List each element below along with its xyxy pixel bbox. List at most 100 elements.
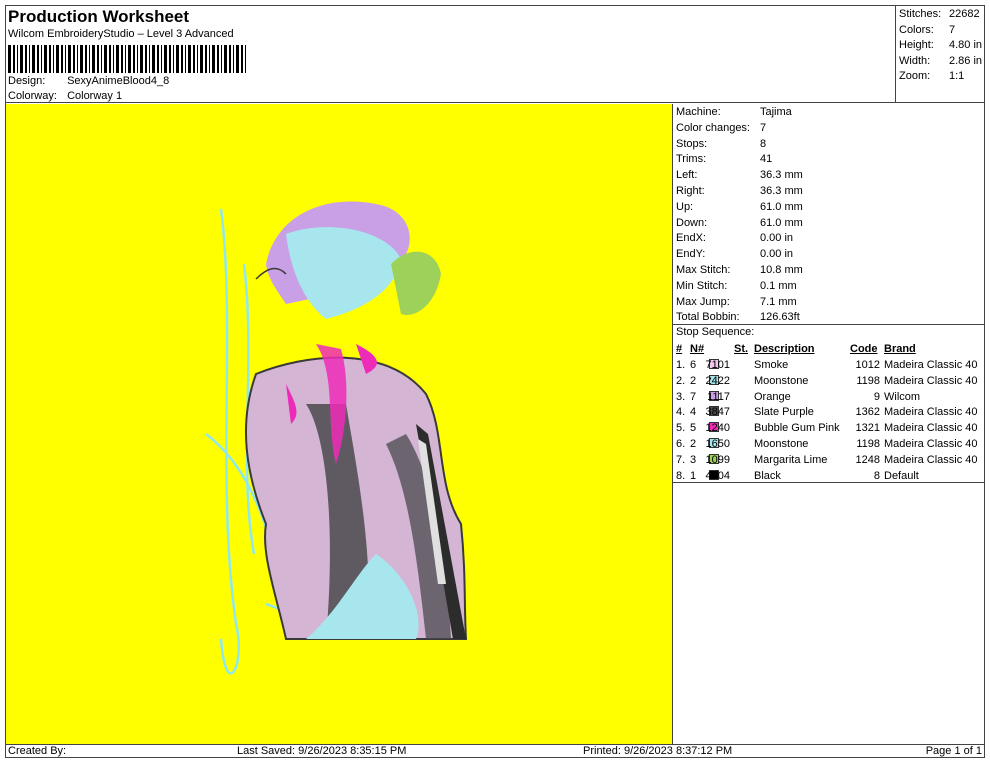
worksheet-footer: Created By: Last Saved: 9/26/2023 8:35:1… xyxy=(5,744,985,758)
needle-number: 4 xyxy=(690,406,697,419)
colorway-row: Colorway: Colorway 1 xyxy=(8,90,122,102)
design-label: Design: xyxy=(8,75,46,87)
info-value: 8 xyxy=(760,137,767,150)
stitch-count: 2422 xyxy=(705,374,730,387)
thread-brand: Madeira Classic 40 xyxy=(884,374,978,387)
thread-code: 1198 xyxy=(856,438,880,450)
stitch-count: 7101 xyxy=(705,359,730,371)
stat-value: 22682 xyxy=(949,8,980,20)
stop-sequence-row: 1. 6 7101 Smoke 1012 Madeira Classic 40 xyxy=(673,359,985,374)
stitch-count: 1099 xyxy=(705,453,730,466)
thread-brand: Madeira Classic 40 xyxy=(884,406,978,419)
colorway-label: Colorway: xyxy=(8,90,57,102)
info-value: 10.8 mm xyxy=(760,264,803,276)
thread-description: Bubble Gum Pink xyxy=(754,422,840,435)
row-number: 7. xyxy=(676,453,686,466)
needle-number: 2 xyxy=(690,438,697,450)
stat-label: Height: xyxy=(899,39,934,51)
info-value: 36.3 mm xyxy=(760,185,803,197)
stat-value: 2.86 in xyxy=(949,54,983,67)
info-divider xyxy=(673,324,985,325)
thread-code: 1198 xyxy=(856,374,880,387)
info-label: Trims: xyxy=(676,153,707,166)
thread-description: Margarita Lime xyxy=(754,453,828,466)
info-value: 0.00 in xyxy=(760,232,794,245)
stitch-count: 1240 xyxy=(705,422,730,435)
info-label: Right: xyxy=(676,185,705,197)
page-number: Page 1 of 1 xyxy=(925,745,982,757)
stat-label: Width: xyxy=(899,54,931,67)
design-stats-panel: Stitches: 22682 Colors: 7 Height: 4.80 in Widt… xyxy=(895,5,985,103)
needle-number: 7 xyxy=(690,390,697,403)
thread-description: Black xyxy=(754,469,781,482)
row-number: 5. xyxy=(676,422,686,435)
needle-number: 6 xyxy=(690,359,697,371)
stat-value: 7 xyxy=(949,23,956,36)
thread-brand: Default xyxy=(884,469,919,482)
design-row: Design: SexyAnimeBlood4_8 xyxy=(8,75,169,87)
needle-number: 5 xyxy=(690,422,697,435)
needle-number: 1 xyxy=(690,469,697,482)
info-label: Total Bobbin: xyxy=(676,311,740,324)
stop-sequence-row: 2. 2 2422 Moonstone 1198 Madeira Classic 40 xyxy=(673,374,985,390)
needle-number: 2 xyxy=(690,374,697,387)
thread-code: 1248 xyxy=(855,453,880,466)
thread-code: 1012 xyxy=(855,359,880,371)
stop-sequence-row: 6. 2 1650 Moonstone 1198 Madeira Classic 40 xyxy=(673,438,985,453)
col-header-needle: N# xyxy=(690,343,705,355)
col-header-description: Description xyxy=(754,343,815,355)
info-label: Machine: xyxy=(676,106,721,118)
created-by: Created By: xyxy=(8,745,67,757)
info-value: 0.1 mm xyxy=(760,279,797,292)
info-value: 7.1 mm xyxy=(760,295,797,308)
design-preview-canvas xyxy=(6,104,672,744)
thread-code: 1362 xyxy=(855,406,880,419)
stop-sequence-row: 3. 7 1117 Orange 9 Wilcom xyxy=(673,390,985,406)
info-label: Max Stitch: xyxy=(676,264,731,276)
col-header-stitches: St. xyxy=(734,343,749,355)
info-value: 36.3 mm xyxy=(760,169,803,182)
embroidery-design-preview xyxy=(205,201,468,675)
info-value: 126.63ft xyxy=(760,311,800,324)
thread-description: Moonstone xyxy=(754,374,809,387)
stat-label: Stitches: xyxy=(899,8,942,20)
info-label: Color changes: xyxy=(676,121,750,134)
info-label: Left: xyxy=(676,169,698,182)
table-divider xyxy=(673,482,985,483)
stat-label: Zoom: xyxy=(899,70,931,82)
col-header-num: # xyxy=(676,343,683,355)
col-header-brand: Brand xyxy=(884,343,916,355)
thread-brand: Madeira Classic 40 xyxy=(884,422,978,435)
thread-code: 1321 xyxy=(855,422,880,435)
info-label: Up: xyxy=(676,200,694,213)
info-label: Min Stitch: xyxy=(676,279,728,292)
info-value: 41 xyxy=(760,153,773,166)
thread-brand: Madeira Classic 40 xyxy=(884,453,978,466)
thread-brand: Wilcom xyxy=(884,390,921,403)
info-label: Down: xyxy=(676,216,708,229)
stop-sequence-title: Stop Sequence: xyxy=(676,326,755,338)
thread-brand: Madeira Classic 40 xyxy=(884,438,978,450)
thread-description: Moonstone xyxy=(754,438,809,450)
barcode xyxy=(8,45,246,73)
printed-date: Printed: 9/26/2023 8:37:12 PM xyxy=(583,745,733,757)
stitch-count: 1117 xyxy=(707,390,730,403)
software-subtitle: Wilcom EmbroideryStudio – Level 3 Advanc… xyxy=(8,28,234,40)
colorway-value: Colorway 1 xyxy=(67,90,123,102)
stitch-count: 4204 xyxy=(705,469,730,482)
info-label: EndY: xyxy=(676,248,706,261)
row-number: 6. xyxy=(676,438,686,450)
info-label: Stops: xyxy=(676,137,708,150)
last-saved: Last Saved: 9/26/2023 8:35:15 PM xyxy=(237,745,407,757)
stop-sequence-row: 4. 4 3847 Slate Purple 1362 Madeira Classic 4… xyxy=(673,406,985,421)
row-number: 3. xyxy=(676,390,686,403)
row-number: 4. xyxy=(676,406,686,419)
info-value: 0.00 in xyxy=(760,248,794,261)
design-value: SexyAnimeBlood4_8 xyxy=(67,75,170,87)
stop-sequence-row: 7. 3 1099 Margarita Lime 1248 Madeira Classic… xyxy=(673,453,985,469)
col-header-code: Code xyxy=(850,343,878,355)
info-value: 61.0 mm xyxy=(760,200,803,213)
stop-sequence-row: 5. 5 1240 Bubble Gum Pink 1321 Madeira Classi… xyxy=(673,422,985,437)
thread-description: Slate Purple xyxy=(754,406,814,419)
row-number: 2. xyxy=(676,374,686,387)
